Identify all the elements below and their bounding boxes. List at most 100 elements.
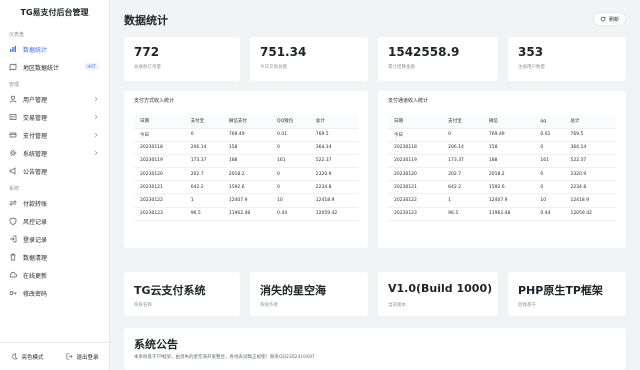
notice-title: 系统公告 bbox=[134, 338, 178, 351]
stat-card: 751.34 今日交易总额 bbox=[250, 37, 368, 81]
sidebar-item-cleanup[interactable]: 数据清理 bbox=[0, 248, 109, 266]
table-cell: 769.49 bbox=[222, 128, 272, 142]
sidebar-item-label: 交易管理 bbox=[23, 114, 48, 122]
sidebar-item-orders[interactable]: 交易管理 bbox=[0, 108, 109, 126]
info-card: 消失的星空海 系统作者 bbox=[250, 272, 368, 316]
logout-label: 退出登录 bbox=[76, 354, 99, 361]
sidebar-item-risk[interactable]: 风控记录 bbox=[0, 212, 109, 230]
table-cell: 769.5 bbox=[564, 128, 616, 142]
table-cell: 0 bbox=[271, 180, 310, 195]
table-cell: 0.44 bbox=[534, 207, 565, 221]
transaction-icon bbox=[9, 113, 17, 121]
stat-label: 总收款订单量 bbox=[134, 65, 161, 70]
shield-icon bbox=[9, 217, 17, 225]
table-row: 20230120 202.7 2018.2 0 2320.9 bbox=[388, 167, 616, 182]
stat-card: 1542558.9 累计结算金额 bbox=[378, 37, 498, 81]
sidebar-item-login-log[interactable]: 登录记录 bbox=[0, 230, 109, 248]
payment-method-table: 日期 支付宝 微信支付 QQ钱包 总计 今日 0 769.49 0.01 769.5 2… bbox=[134, 115, 358, 221]
sidebar-item-label: 登录记录 bbox=[23, 236, 48, 244]
payment-icon bbox=[9, 131, 17, 139]
table-row: 20230118 206.14 158 0 364.14 bbox=[388, 141, 616, 155]
sidebar-item-transfer[interactable]: 付款转账 bbox=[0, 194, 109, 212]
transfer-icon bbox=[9, 199, 17, 207]
table-header: QQ钱包 bbox=[271, 115, 310, 129]
table-cell: 20230123 bbox=[388, 207, 443, 221]
table-header: 支付宝 bbox=[184, 115, 223, 129]
theme-toggle-button[interactable]: 亮色模式 bbox=[0, 353, 55, 361]
section-title: 系统 bbox=[9, 186, 20, 192]
sidebar-item-label: 数据统计 bbox=[23, 46, 48, 54]
table-row: 20230122 1 12407.9 10 12418.9 bbox=[388, 193, 616, 208]
moon-icon bbox=[12, 353, 19, 360]
sidebar-item-label: 付款转账 bbox=[23, 200, 48, 208]
table-cell: 11962.48 bbox=[222, 207, 272, 221]
table-title: 支付通道收入统计 bbox=[388, 98, 429, 104]
table-row: 20230121 642.2 1592.6 0 2234.8 bbox=[388, 180, 616, 195]
table-cell: 1592.6 bbox=[222, 180, 272, 195]
chevron-right-icon bbox=[94, 150, 98, 156]
table-cell: 642.2 bbox=[184, 180, 223, 195]
table-cell: 11962.48 bbox=[482, 207, 535, 221]
table-cell: 20230122 bbox=[134, 193, 185, 208]
login-icon bbox=[9, 235, 17, 243]
table-cell: 0 bbox=[534, 167, 565, 182]
table-cell: 12059.42 bbox=[309, 207, 358, 221]
sidebar-item-label: 系统管理 bbox=[23, 150, 48, 158]
logout-button[interactable]: 退出登录 bbox=[55, 353, 110, 361]
stat-label: 今日交易总额 bbox=[260, 65, 287, 70]
table-row: 今日 0 769.49 0.01 769.5 bbox=[388, 128, 616, 142]
map-icon bbox=[9, 63, 17, 71]
sidebar-item-label: 数据清理 bbox=[23, 254, 48, 262]
stat-card: 772 总收款订单量 bbox=[124, 37, 240, 81]
stat-label: 注册用户数量 bbox=[518, 65, 545, 70]
table-cell: 0 bbox=[534, 180, 565, 195]
table-cell: 202.7 bbox=[184, 167, 223, 182]
sidebar-item-payment[interactable]: 支付管理 bbox=[0, 126, 109, 144]
table-cell: 158 bbox=[222, 141, 272, 155]
settings-icon bbox=[9, 149, 17, 157]
cloud-icon bbox=[9, 271, 17, 279]
table-header: 总计 bbox=[564, 115, 616, 129]
channel-table-card: 支付通道收入统计 日期 支付宝 微信 qq 总计 今日 0 769.49 0.01 76… bbox=[378, 91, 626, 248]
info-label: 系统作者 bbox=[260, 303, 278, 308]
table-cell: 206.14 bbox=[184, 141, 223, 155]
table-cell: 0.01 bbox=[271, 128, 310, 142]
payment-method-table-card: 支付方式收入统计 日期 支付宝 微信支付 QQ钱包 总计 今日 0 769.49 0.… bbox=[124, 91, 368, 248]
section-title: 管理 bbox=[9, 82, 20, 88]
sidebar-item-users[interactable]: 用户管理 bbox=[0, 90, 109, 108]
table-cell: 10 bbox=[271, 193, 310, 208]
table-row: 20230118 206.14 158 0 364.14 bbox=[134, 141, 358, 155]
table-header: 支付宝 bbox=[442, 115, 483, 129]
key-icon bbox=[9, 289, 17, 297]
table-cell: 0.44 bbox=[271, 207, 310, 221]
sidebar-item-region[interactable]: 地区数据统计 HOT bbox=[0, 58, 109, 76]
table-cell: 364.14 bbox=[564, 141, 616, 155]
stat-value: 751.34 bbox=[260, 45, 307, 59]
table-header: 总计 bbox=[309, 115, 358, 129]
table-cell: 0.01 bbox=[534, 128, 565, 142]
sidebar-item-label: 地区数据统计 bbox=[23, 64, 60, 72]
table-row: 20230120 202.7 2018.2 0 2320.9 bbox=[134, 167, 358, 182]
info-card: V1.0(Build 1000) 当前版本 bbox=[378, 272, 498, 316]
refresh-label: 刷新 bbox=[608, 16, 619, 23]
chevron-right-icon bbox=[94, 132, 98, 138]
table-cell: 2234.8 bbox=[309, 180, 358, 195]
sidebar-item-system[interactable]: 系统管理 bbox=[0, 144, 109, 162]
table-header: 日期 bbox=[388, 115, 443, 129]
info-value: 消失的星空海 bbox=[260, 284, 326, 297]
table-header: 微信支付 bbox=[222, 115, 272, 129]
notice-card: 系统公告 本系统基于TP框架，由消失的星空海开发整合，各地表试稿正规使！联系QQ… bbox=[124, 328, 626, 370]
table-header: 日期 bbox=[134, 115, 185, 129]
table-cell: 10 bbox=[534, 193, 565, 208]
table-cell: 今日 bbox=[134, 128, 185, 142]
refresh-button[interactable]: 刷新 bbox=[592, 12, 626, 26]
sidebar-item-stats[interactable]: 数据统计 bbox=[0, 40, 109, 58]
sidebar-item-update[interactable]: 在线更新 bbox=[0, 266, 109, 284]
info-card: PHP原生TP框架 后端基于 bbox=[508, 272, 626, 316]
table-cell: 20230119 bbox=[134, 154, 185, 169]
sidebar-item-password[interactable]: 修改密码 bbox=[0, 284, 109, 302]
sidebar-item-announcement[interactable]: 公告管理 bbox=[0, 162, 109, 180]
table-cell: 769.5 bbox=[309, 128, 358, 142]
info-value: PHP原生TP框架 bbox=[518, 284, 603, 297]
table-cell: 96.5 bbox=[184, 207, 223, 221]
